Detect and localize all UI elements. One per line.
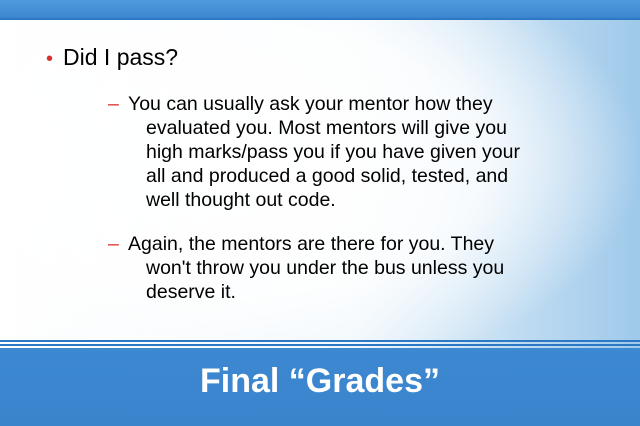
sub-bullet-1: – You can usually ask your mentor how th… — [108, 92, 608, 212]
slide-content: • Did I pass? – You can usually ask your … — [0, 0, 640, 340]
sub-bullet-line: won't throw you under the bus unless you — [146, 257, 505, 279]
sub-bullet-line: well thought out code. — [146, 189, 336, 211]
footer-divider — [0, 340, 640, 348]
slide: • Did I pass? – You can usually ask your … — [0, 0, 640, 426]
title-bar: Final “Grades” — [0, 348, 640, 426]
dash-icon: – — [108, 233, 119, 255]
dash-icon: – — [108, 93, 119, 115]
sub-bullet-2: – Again, the mentors are there for you. … — [108, 232, 608, 304]
slide-title: Final “Grades” — [200, 362, 440, 400]
sub-bullet-line: evaluated you. Most mentors will give yo… — [146, 117, 507, 139]
sub-bullet-line: deserve it. — [146, 281, 236, 303]
main-bullet-text: Did I pass? — [63, 44, 179, 70]
main-bullet: • Did I pass? — [46, 44, 178, 71]
sub-bullet-line: You can usually ask your mentor how they — [128, 93, 493, 115]
bullet-dot-icon: • — [46, 48, 54, 70]
sub-bullet-line: Again, the mentors are there for you. Th… — [128, 233, 495, 255]
sub-bullet-line: high marks/pass you if you have given yo… — [146, 141, 520, 163]
sub-bullet-line: all and produced a good solid, tested, a… — [146, 165, 509, 187]
